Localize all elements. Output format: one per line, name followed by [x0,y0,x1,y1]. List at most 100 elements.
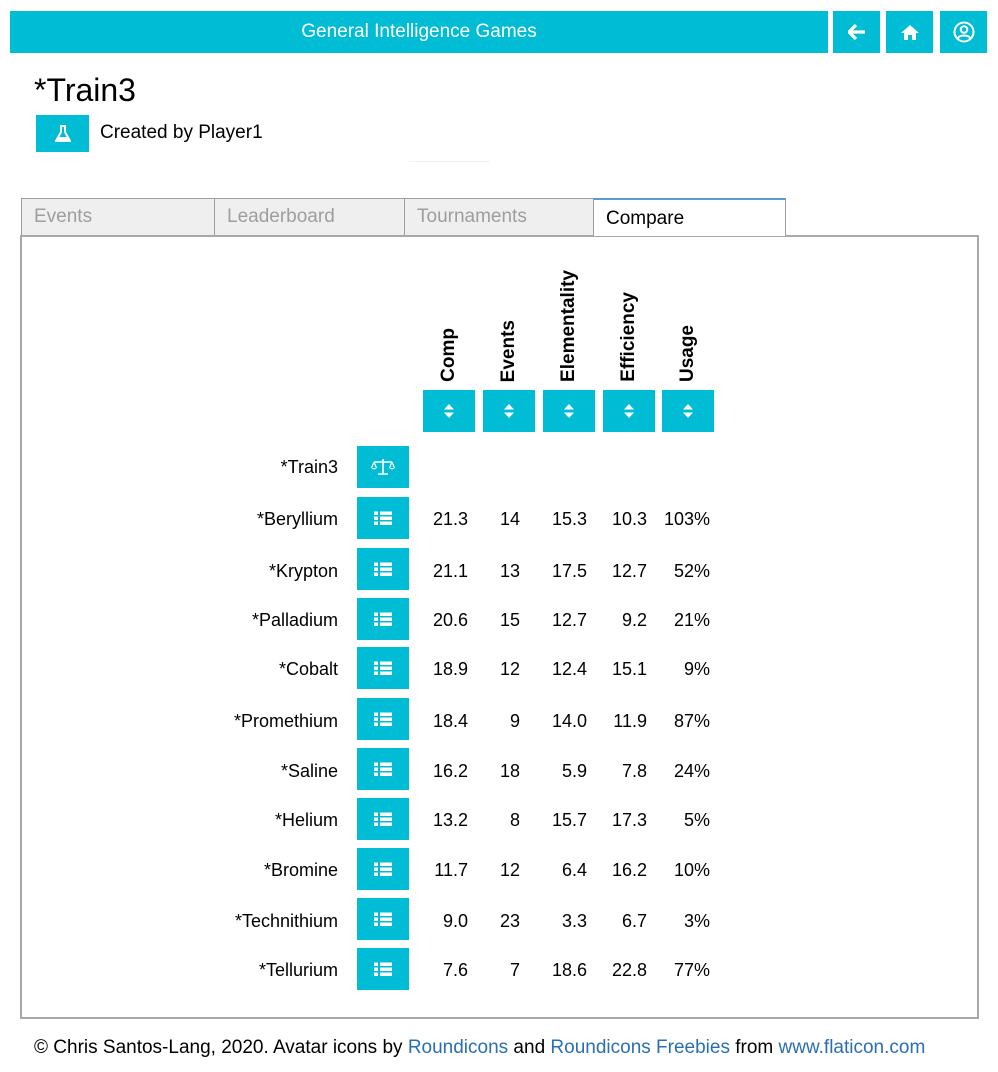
sort-icon [444,404,454,418]
list-icon [374,562,392,576]
cell-events: 7 [509,960,520,980]
row-name: *Palladium [251,610,338,630]
tab-leaderboard[interactable]: Leaderboard [214,198,405,236]
tab-label: Events [34,206,93,227]
row-name: *Promethium [233,711,338,731]
cell-comp: 20.6 [432,610,468,630]
divider [410,161,490,162]
sort-icon [564,404,574,418]
details-button[interactable] [357,497,409,539]
row-name: *Tellurium [258,960,338,980]
cell-elementality: 15.7 [551,810,587,830]
list-icon [374,612,392,626]
details-button[interactable] [357,848,409,890]
balance-scale-icon [371,459,395,475]
tab-label: Compare [606,208,685,229]
cell-comp: 21.3 [432,509,468,529]
cell-usage: 21% [673,610,710,630]
flask-button[interactable] [36,115,89,152]
sort-icon [504,404,514,418]
details-button[interactable] [357,798,409,840]
cell-usage: 3% [683,911,710,931]
list-icon [374,912,392,926]
cell-events: 9 [509,711,520,731]
column-header-elementality: Elementality [558,270,579,382]
cell-events: 18 [499,761,520,781]
account-button[interactable] [940,11,987,53]
cell-efficiency: 15.1 [611,659,647,679]
cell-efficiency: 11.9 [613,711,647,731]
cell-comp: 18.4 [432,711,468,731]
details-button[interactable] [357,748,409,790]
home-button[interactable] [886,11,933,53]
row-name: *Krypton [268,561,338,581]
cell-comp: 13.2 [432,810,468,830]
cell-elementality: 12.7 [551,610,587,630]
cell-usage: 103% [663,509,710,529]
row-name: *Bromine [263,860,338,880]
reference-name: *Train3 [280,457,338,477]
cell-usage: 77% [673,960,710,980]
cell-comp: 18.9 [432,659,468,679]
footer-credits: © Chris Santos-Lang, 2020. Avatar icons … [34,1037,925,1059]
footer-prefix: © Chris Santos-Lang, 2020. Avatar icons … [34,1037,408,1058]
row-name: *Cobalt [278,659,338,679]
cell-efficiency: 6.7 [621,911,647,931]
app-title: General Intelligence Games [301,21,537,42]
row-name: *Technithium [234,911,338,931]
details-button[interactable] [357,898,409,940]
tab-events[interactable]: Events [21,198,215,236]
cell-comp: 7.6 [442,960,468,980]
list-icon [374,812,392,826]
cell-usage: 24% [673,761,710,781]
details-button[interactable] [357,548,409,590]
tab-compare[interactable]: Compare [593,198,786,236]
roundicons-freebies-link[interactable]: Roundicons Freebies [550,1037,730,1058]
details-button[interactable] [357,698,409,740]
column-header-comp: Comp [438,328,459,382]
cell-usage: 9% [683,659,710,679]
cell-elementality: 5.9 [561,761,587,781]
cell-events: 14 [499,509,520,529]
home-icon [900,24,919,40]
cell-efficiency: 12.7 [611,561,647,581]
column-header-usage: Usage [677,324,698,382]
flaticon-link[interactable]: www.flaticon.com [779,1037,926,1058]
cell-comp: 11.7 [434,860,468,880]
cell-events: 13 [499,561,520,581]
details-button[interactable] [357,948,409,990]
cell-comp: 9.0 [442,911,468,931]
footer-and: and [508,1037,551,1058]
roundicons-link[interactable]: Roundicons [408,1037,508,1058]
row-name: *Helium [274,810,338,830]
tab-tournaments[interactable]: Tournaments [404,198,594,236]
cell-events: 23 [499,911,520,931]
sort-comp-button[interactable] [423,390,475,432]
page-title: *Train3 [34,72,136,108]
cell-usage: 5% [683,810,710,830]
list-icon [374,661,392,675]
details-button[interactable] [357,647,409,689]
cell-efficiency: 9.2 [621,610,647,630]
cell-elementality: 18.6 [551,960,587,980]
sort-events-button[interactable] [483,390,535,432]
cell-elementality: 15.3 [551,509,587,529]
details-button[interactable] [357,598,409,640]
arrow-left-icon [847,24,865,40]
created-by-label: Created by Player1 [100,122,263,143]
cell-elementality: 3.3 [561,911,587,931]
user-circle-icon [953,21,974,43]
row-name: *Saline [280,761,338,781]
balance-button[interactable] [357,446,409,488]
cell-efficiency: 17.3 [611,810,647,830]
sort-efficiency-button[interactable] [603,390,655,432]
column-header-events: Events [498,319,519,382]
sort-icon [683,404,693,418]
sort-usage-button[interactable] [662,390,714,432]
cell-elementality: 6.4 [561,860,587,880]
back-button[interactable] [833,11,880,53]
cell-efficiency: 10.3 [611,509,647,529]
sort-elementality-button[interactable] [543,390,595,432]
list-icon [374,862,392,876]
list-icon [374,712,392,726]
